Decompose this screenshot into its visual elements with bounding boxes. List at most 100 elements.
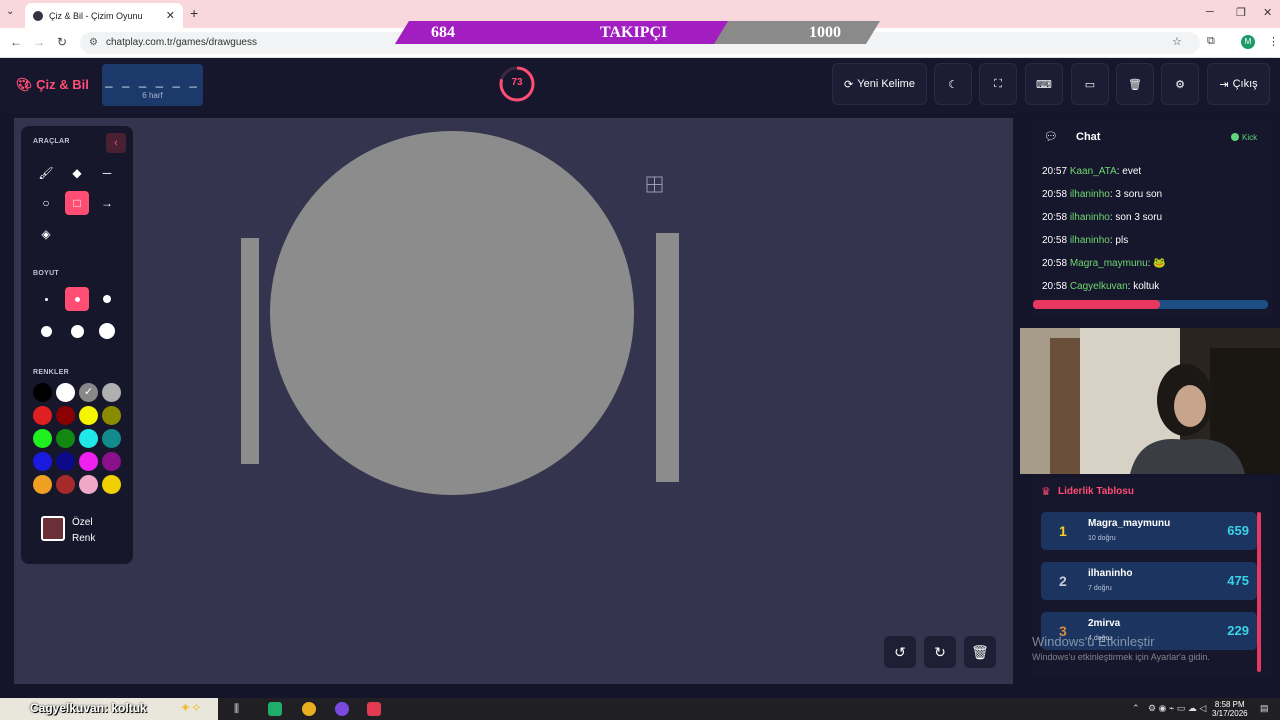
chevron-left-icon: ‹	[114, 137, 118, 149]
size-5[interactable]	[65, 319, 89, 343]
task-view-icon[interactable]: ⫼	[234, 703, 239, 716]
color-swatch[interactable]	[102, 406, 121, 425]
leaderboard-row: 1 Magra_maymunu 10 doğru 659	[1041, 512, 1257, 550]
timer-value: 73	[511, 77, 523, 88]
drawn-circle	[270, 131, 634, 495]
color-swatch[interactable]	[33, 475, 52, 494]
tray-icons[interactable]: ⚙ ◉ ⌁ ▭ ☁ ◁	[1148, 703, 1206, 714]
size-6[interactable]	[95, 319, 119, 343]
color-swatch[interactable]	[102, 383, 121, 402]
undo-button[interactable]: ↺	[884, 636, 916, 668]
color-swatch[interactable]	[79, 406, 98, 425]
leaderboard-scrollbar[interactable]	[1257, 512, 1261, 672]
bookmark-star-icon[interactable]: ☆	[1172, 35, 1182, 48]
forward-icon[interactable]: →	[33, 35, 45, 49]
color-swatch[interactable]	[79, 429, 98, 448]
collapse-panel-button[interactable]: ‹	[106, 133, 126, 153]
notifications-icon[interactable]: ▤	[1260, 703, 1269, 714]
clear-button[interactable]: 🗑︎	[1116, 63, 1154, 105]
chat-progress	[1033, 300, 1268, 309]
chat-user[interactable]: ilhaninho	[1070, 212, 1110, 223]
color-swatch[interactable]	[56, 429, 75, 448]
brush-tool[interactable]: 🖌︎	[34, 161, 58, 185]
site-info-icon[interactable]: ⚙	[89, 37, 98, 48]
chat-text: 🐸	[1153, 258, 1166, 269]
color-swatch[interactable]	[33, 406, 52, 425]
palette-icon: 🎨︎	[16, 77, 37, 92]
color-swatch[interactable]	[102, 429, 121, 448]
clear-canvas-button[interactable]: 🗑︎	[964, 636, 996, 668]
extensions-icon[interactable]: ⧉	[1207, 35, 1215, 48]
profile-avatar[interactable]: M	[1241, 35, 1255, 49]
close-window-icon[interactable]: ✕	[1263, 6, 1272, 19]
chat-user[interactable]: Cagyelkuvan	[1070, 281, 1128, 292]
chat-user[interactable]: Kaan_ATA	[1070, 166, 1117, 177]
color-swatch[interactable]: ✓	[79, 383, 98, 402]
size-3[interactable]	[95, 287, 119, 311]
color-swatch[interactable]	[56, 383, 75, 402]
chat-user[interactable]: Magra_maymunu	[1070, 258, 1148, 269]
dark-mode-button[interactable]: ☾	[934, 63, 972, 105]
app-logo[interactable]: 🎨︎ Çiz & Bil	[16, 77, 89, 93]
fill-tool[interactable]: ◈	[34, 222, 58, 246]
color-swatch[interactable]	[102, 452, 121, 471]
line-tool[interactable]: ─	[95, 161, 119, 185]
fullscreen-button[interactable]: ⛶	[979, 63, 1017, 105]
windows-taskbar: Cagyelkuvan: koltuk ✦✧ ⫼ ⌃ ⚙ ◉ ⌁ ▭ ☁ ◁ 8…	[0, 698, 1280, 720]
chat-text: son 3 soru	[1115, 212, 1163, 223]
refresh-icon: ⟳	[844, 78, 854, 91]
color-swatch[interactable]	[33, 429, 52, 448]
drawing-canvas[interactable]	[14, 118, 1013, 684]
leaderboard-correct: 7 doğru	[1088, 585, 1112, 592]
back-icon[interactable]: ←	[10, 35, 22, 49]
chat-message: 20:58 Cagyelkuvan: koltuk	[1042, 281, 1160, 292]
eraser-tool[interactable]: ◆	[65, 161, 89, 185]
minimize-icon[interactable]: ─	[1206, 6, 1214, 18]
new-word-button[interactable]: ⟳ Yeni Kelime	[832, 63, 927, 105]
color-swatch[interactable]	[56, 475, 75, 494]
chat-title: Chat	[1076, 131, 1101, 143]
drawing-layer	[241, 131, 679, 495]
size-4[interactable]	[34, 319, 58, 343]
leaderboard-name: Magra_maymunu	[1088, 518, 1171, 529]
tab-close-icon[interactable]: ✕	[166, 9, 175, 22]
app-icon[interactable]	[367, 702, 381, 716]
color-swatch[interactable]	[79, 475, 98, 494]
taskbar-clock[interactable]: 8:58 PM 3/17/2026	[1212, 700, 1248, 718]
circle-tool[interactable]: ○	[34, 191, 58, 215]
color-swatch[interactable]	[102, 475, 121, 494]
activation-watermark-text: Windows'u etkinleştirmek için Ayarlar'a …	[1032, 652, 1210, 662]
new-tab-icon[interactable]: +	[190, 5, 198, 21]
chat-time: 20:57	[1042, 166, 1068, 177]
exit-button[interactable]: ⇥ Çıkış	[1207, 63, 1270, 105]
custom-color-swatch[interactable]	[41, 516, 65, 541]
size-1[interactable]	[34, 287, 58, 311]
keyboard-button[interactable]: ⌨	[1025, 63, 1063, 105]
arrow-tool[interactable]: →	[95, 191, 119, 215]
discord-icon[interactable]	[335, 702, 349, 716]
settings-button[interactable]: ⚙	[1161, 63, 1199, 105]
browser-menu-icon[interactable]: ⋮	[1268, 35, 1279, 48]
reload-icon[interactable]: ↻	[57, 35, 67, 49]
follower-goal-banner: 684 TAKIPÇI 1000	[395, 21, 880, 44]
app-icon[interactable]	[268, 702, 282, 716]
tab-search-icon[interactable]: ⌄	[6, 6, 14, 17]
color-swatch[interactable]	[79, 452, 98, 471]
chat-user[interactable]: ilhaninho	[1070, 189, 1110, 200]
color-swatch[interactable]	[33, 383, 52, 402]
sparkle-icon: ✦✧	[180, 700, 202, 715]
rectangle-tool[interactable]: □	[65, 191, 89, 215]
archive-button[interactable]: ▭	[1071, 63, 1109, 105]
keyboard-icon: ⌨	[1036, 78, 1052, 91]
redo-button[interactable]: ↻	[924, 636, 956, 668]
chat-user[interactable]: ilhaninho	[1070, 235, 1110, 246]
color-swatch[interactable]	[33, 452, 52, 471]
maximize-icon[interactable]: ❐	[1236, 6, 1246, 19]
browser-tab[interactable]: Çiz & Bil - Çizim Oyunu ✕	[25, 3, 183, 28]
chrome-icon[interactable]	[302, 702, 316, 716]
size-2[interactable]	[65, 287, 89, 311]
color-swatch[interactable]	[56, 406, 75, 425]
color-swatch[interactable]	[56, 452, 75, 471]
circle-icon: ○	[42, 196, 50, 210]
tray-chevron-icon[interactable]: ⌃	[1132, 703, 1140, 714]
